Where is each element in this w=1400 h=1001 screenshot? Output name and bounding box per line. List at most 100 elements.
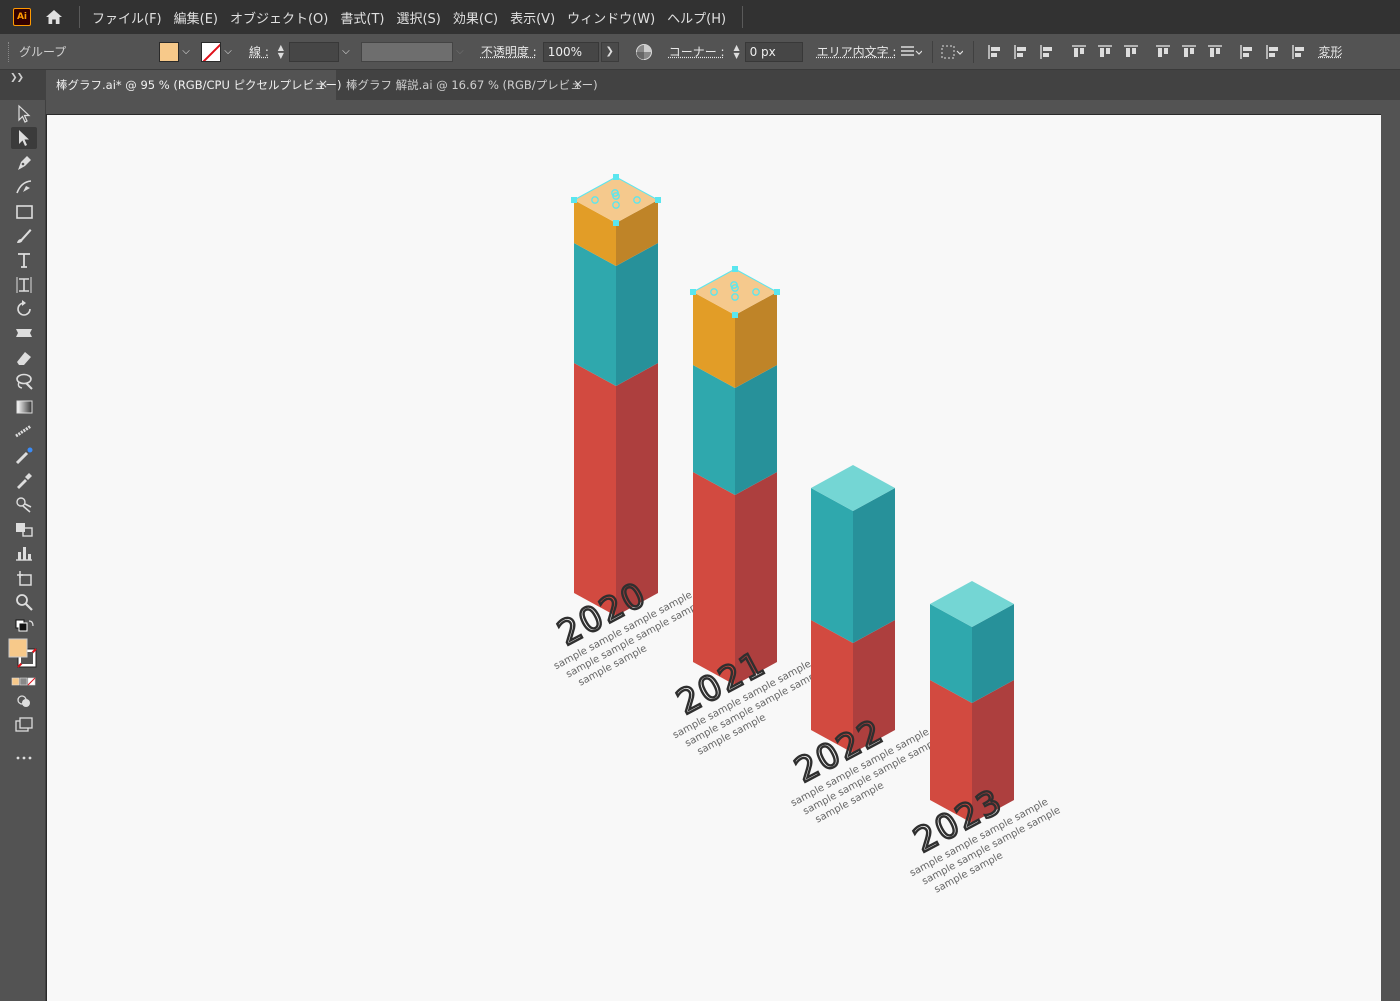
align-left-icon[interactable]	[984, 41, 1006, 63]
more-tools-icon[interactable]	[11, 747, 37, 769]
corner-input[interactable]: 0 px	[745, 42, 803, 62]
align-vcenter-icon[interactable]	[1094, 41, 1116, 63]
zoom-tool-icon[interactable]	[11, 591, 37, 613]
bar-1-anchor-point-2	[774, 289, 780, 295]
vertical-scrollbar[interactable]	[1381, 100, 1400, 1001]
chevron-down-icon[interactable]: ⌵	[339, 42, 353, 62]
toolbar-separator	[973, 41, 974, 63]
stroke-label[interactable]: 線 :	[249, 43, 269, 60]
opacity-expand-button[interactable]: ❯	[601, 42, 619, 62]
align-bottom-icon[interactable]	[1120, 41, 1142, 63]
rectangle-tool-icon[interactable]	[11, 201, 37, 223]
bar-0-segment-0-left-face	[574, 363, 616, 616]
opacity-input[interactable]: 100%	[543, 42, 599, 62]
direct-selection-tool-icon[interactable]	[11, 127, 37, 149]
eraser-tool-icon[interactable]	[11, 347, 37, 369]
menu-bar: Ai ファイル(F) 編集(E) オブジェクト(O) 書式(T) 選択(S) 効…	[0, 0, 1400, 34]
lasso-tool-icon[interactable]	[11, 371, 37, 393]
opacity-label[interactable]: 不透明度 :	[481, 43, 537, 60]
menu-select[interactable]: 選択(S)	[396, 8, 440, 27]
tab-bar-chart-explained[interactable]: 棒グラフ 解説.ai @ 16.67 % (RGB/プレビュー) ×	[336, 70, 591, 100]
align-right-icon[interactable]	[1036, 41, 1058, 63]
fill-swatch[interactable]	[159, 42, 179, 62]
menu-view[interactable]: 表示(V)	[510, 8, 555, 27]
artboard[interactable]: 2020 sample sample sample sample sample sa…	[46, 114, 1381, 1001]
transform-label[interactable]: 変形	[1318, 43, 1342, 60]
distribute-left-icon[interactable]	[1236, 41, 1258, 63]
default-colors-icon[interactable]	[11, 617, 37, 639]
close-icon[interactable]: ×	[573, 77, 583, 91]
toolbar-collapse-icon[interactable]: ❯❯	[10, 73, 23, 83]
eyedropper-tool-icon[interactable]	[11, 469, 37, 491]
screen-mode-icon[interactable]	[11, 714, 37, 736]
align-hcenter-icon[interactable]	[1010, 41, 1032, 63]
blend-tool-icon[interactable]	[11, 420, 37, 442]
type-tool-icon[interactable]	[11, 249, 37, 271]
selection-tool-icon[interactable]	[11, 103, 37, 125]
distribute-hcenter-icon[interactable]	[1262, 41, 1284, 63]
corner-stepper[interactable]: ▲ ▼	[731, 42, 743, 62]
artboard-tool-icon[interactable]	[11, 567, 37, 589]
corner-label[interactable]: コーナー :	[669, 43, 725, 60]
distribute-right-icon[interactable]	[1288, 41, 1310, 63]
live-paint-tool-icon[interactable]	[11, 518, 37, 540]
bar-1-anchor-point-3	[732, 312, 738, 318]
chevron-down-icon[interactable]: ⌵	[179, 42, 193, 62]
isometric-bar-chart-artwork[interactable]: 2020sample sample sample samplesample sa…	[47, 115, 1382, 1001]
menu-separator	[742, 6, 743, 28]
control-bar: グループ ⌵ ⌵ 線 : ▲ ▼ ⌵ ⌵ 不透明度 : 100% ❯ コーナー :…	[0, 34, 1400, 70]
variable-width-profile[interactable]	[361, 42, 453, 62]
bar-1-segment-0-left-face	[693, 472, 735, 685]
toolbar-separator	[932, 41, 933, 63]
menu-help[interactable]: ヘルプ(H)	[667, 8, 726, 27]
bar-2-segment-1-right-face	[853, 488, 895, 643]
stroke-weight-input[interactable]	[289, 42, 339, 62]
fill-stroke-swatch-icon[interactable]	[8, 638, 38, 668]
rotate-tool-icon[interactable]	[11, 298, 37, 320]
panel-grip[interactable]	[8, 42, 11, 62]
artboard-text-tool-icon[interactable]	[11, 274, 37, 296]
home-icon[interactable]	[43, 6, 65, 28]
menu-edit[interactable]: 編集(E)	[174, 8, 218, 27]
menu-type[interactable]: 書式(T)	[340, 8, 384, 27]
bar-0-anchor-point-0	[571, 197, 577, 203]
bar-0-anchor-point-1	[613, 174, 619, 180]
align-to-selection-icon[interactable]	[941, 41, 963, 63]
drawing-mode-icon[interactable]	[11, 690, 37, 712]
selection-type-label: グループ	[19, 43, 139, 60]
align-top-icon[interactable]	[1068, 41, 1090, 63]
app-logo-icon: Ai	[13, 8, 31, 26]
distribute-top-icon[interactable]	[1152, 41, 1174, 63]
text-align-icon[interactable]	[900, 41, 922, 63]
bar-0-anchor-point-3	[613, 220, 619, 226]
graph-tool-icon[interactable]	[11, 542, 37, 564]
close-icon[interactable]: ×	[318, 77, 328, 91]
tools-panel	[0, 100, 46, 1001]
menu-effect[interactable]: 効果(C)	[453, 8, 498, 27]
bar-0-anchor-point-2	[655, 197, 661, 203]
chevron-down-icon[interactable]: ⌵	[221, 42, 235, 62]
bar-0-segment-1-left-face	[574, 243, 616, 386]
symbol-sprayer-tool-icon[interactable]	[11, 445, 37, 467]
distribute-vcenter-icon[interactable]	[1178, 41, 1200, 63]
width-tool-icon[interactable]	[11, 323, 37, 345]
illustrator-window: Ai ファイル(F) 編集(E) オブジェクト(O) 書式(T) 選択(S) 効…	[0, 0, 1400, 1001]
curvature-tool-icon[interactable]	[11, 176, 37, 198]
menu-object[interactable]: オブジェクト(O)	[230, 8, 328, 27]
stroke-swatch[interactable]	[201, 42, 221, 62]
menu-file[interactable]: ファイル(F)	[92, 8, 162, 27]
shape-builder-tool-icon[interactable]	[11, 493, 37, 515]
pen-tool-icon[interactable]	[11, 152, 37, 174]
distribute-bottom-icon[interactable]	[1204, 41, 1226, 63]
gradient-tool-icon[interactable]	[11, 396, 37, 418]
tab-bar-chart[interactable]: 棒グラフ.ai* @ 95 % (RGB/CPU ピクセルプレビュー) ×	[46, 70, 336, 100]
tab-label: 棒グラフ 解説.ai @ 16.67 % (RGB/プレビュー)	[346, 77, 598, 93]
area-text-label[interactable]: エリア内文字 :	[817, 43, 897, 60]
document-tabs: ❯❯ 棒グラフ.ai* @ 95 % (RGB/CPU ピクセルプレビュー) ×…	[0, 70, 1400, 100]
menu-window[interactable]: ウィンドウ(W)	[567, 8, 655, 27]
menu-separator	[79, 6, 80, 28]
stroke-weight-stepper[interactable]: ▲ ▼	[275, 42, 287, 62]
recolor-icon[interactable]	[633, 41, 655, 63]
paintbrush-tool-icon[interactable]	[11, 225, 37, 247]
bar-0-segment-1-right-face	[616, 243, 658, 386]
